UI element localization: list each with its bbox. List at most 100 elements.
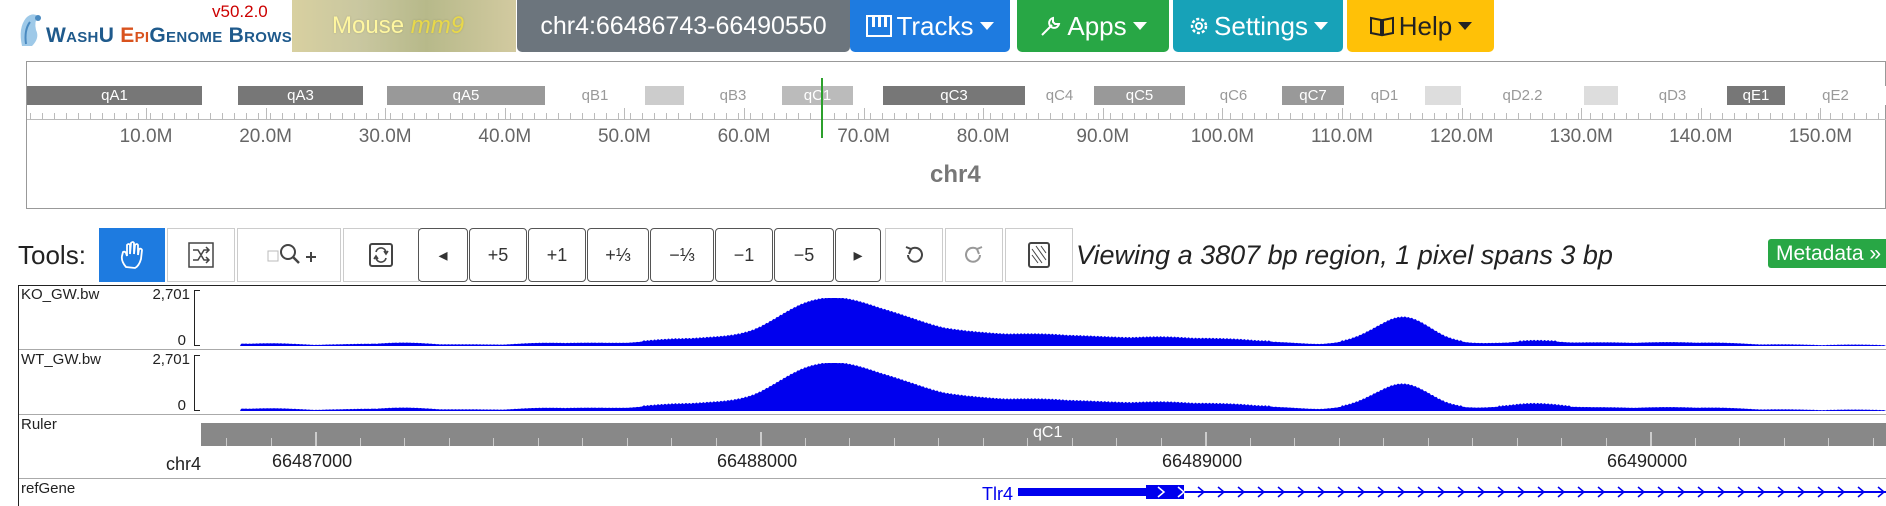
reorder-tool-button[interactable] [167,228,235,282]
ruler-minor-tick [270,438,272,446]
ideogram-tick-label: 20.0M [239,126,292,147]
ideogram-tick [942,113,943,120]
ideogram-tick-label: 70.0M [837,126,890,147]
ideogram-tick [1674,113,1675,120]
ideogram-major-tick [983,108,985,120]
ideogram-tick [570,113,571,120]
zoom-out-1-button[interactable]: −1 [715,228,773,282]
ideogram-tick [1062,113,1063,120]
ruler-minor-tick [1828,438,1829,446]
ideogram-tick [762,113,763,120]
apps-menu-button[interactable]: Apps [1017,0,1169,52]
drag-tool-button[interactable] [99,228,165,282]
ideogram-tick [1278,113,1279,120]
wt-signal-plot[interactable] [201,353,1886,414]
ruler-minor-tick [938,438,939,446]
ideogram-tick [1698,113,1699,120]
ideogram-major-tick [146,108,147,120]
undo-icon [905,246,923,263]
ideogram-tick [1398,113,1399,120]
chevron-down-icon [1132,22,1147,30]
ideogram-tick [1530,113,1531,120]
zoom-out-5-button[interactable]: −5 [774,228,834,282]
gene-model[interactable] [1018,482,1886,506]
ruler-minor-tick [493,438,494,446]
ideogram-tick [798,113,799,120]
ideogram-tick [954,113,955,120]
ideogram-band [363,86,387,105]
ideogram-tick [1242,113,1243,120]
zoom-out-third-button[interactable]: −⅓ [650,228,714,282]
wt-axis-max: 2,701 [152,351,190,368]
ruler-minor-tick [315,438,316,446]
ideogram-tick [810,113,811,120]
ideogram-band [1584,86,1618,105]
ideogram-tick [1326,113,1327,120]
ruler-minor-tick [1338,438,1340,446]
pan-left-button[interactable]: ◂ [418,228,468,282]
chevron-down-icon [1313,22,1328,30]
ruler-position-label: 66490000 [1607,451,1688,471]
ideogram-tick-label: 150.0M [1788,126,1853,147]
ruler-minor-tick [1516,438,1518,446]
ideogram-band: qA3 [238,86,363,105]
region-set-tool-button[interactable] [343,228,419,282]
ideogram-tick [1290,113,1291,120]
track-divider [19,349,1886,350]
ideogram-tick [270,113,271,120]
zoom-in-third-button[interactable]: +⅓ [587,228,649,282]
ideogram-major-tick [624,108,626,120]
ideogram-tick [1842,113,1843,120]
ideogram-tick [30,113,31,120]
ideogram-tick [1710,113,1711,120]
metadata-button[interactable]: Metadata » [1768,239,1886,268]
ko-signal-plot[interactable] [201,288,1886,349]
ideogram-major-tick [1581,108,1583,120]
ruler-position-label: 66487000 [272,451,353,471]
ruler-minor-tick [715,438,717,446]
highlight-button[interactable] [1005,228,1073,282]
ideogram-tick [1194,113,1195,120]
ideogram-tick [186,113,187,120]
help-menu-button[interactable]: Help [1347,0,1494,52]
zoom-in-1-button[interactable]: +1 [528,228,586,282]
gene-label[interactable]: Tlr4 [982,484,1013,505]
ruler-chrom-label: chr4 [166,454,202,474]
ideogram-tick-label: 130.0M [1549,126,1613,147]
ideogram-band: qA1 [27,86,202,105]
ideogram-major-tick [1102,108,1104,120]
zoom-in-5-button[interactable]: +5 [469,228,527,282]
logo-icon [20,14,41,46]
ruler-minor-tick [1427,438,1429,446]
ideogram-tick [966,113,967,120]
ideogram-tick [1770,113,1771,120]
ruler-minor-tick [626,438,628,446]
ideogram-tick [1818,113,1819,120]
ideogram-tick [738,113,739,120]
ideogram-tick [342,113,343,120]
settings-menu-button[interactable]: Settings [1173,0,1343,52]
coordinate-button[interactable]: chr4:66486743-66490550 [517,0,850,52]
ideogram-major-tick [863,108,865,120]
ruler-minor-tick [1383,438,1384,446]
ideogram-tick [426,113,427,120]
ruler-position-label: 66488000 [717,451,798,471]
ideogram-tick-label: 140.0M [1669,126,1733,147]
ideogram-tick [1218,113,1219,120]
ideogram-tick [282,113,283,120]
ideogram-tick [786,113,787,120]
ideogram-tick [1434,113,1435,120]
ideogram-tick [774,113,775,120]
zoom-box-tool-button[interactable] [237,228,341,282]
ideogram-tick [690,113,691,120]
ideogram-tick-label: 30.0M [358,126,412,147]
ruler-minor-tick [760,438,761,446]
redo-button[interactable] [945,228,1003,282]
pan-right-button[interactable]: ▸ [835,228,881,282]
ideogram-tick [1638,113,1639,120]
undo-button[interactable] [885,228,943,282]
tracks-menu-button[interactable]: Tracks [850,0,1010,52]
ruler-minor-tick [1205,438,1206,446]
hand-icon [120,241,143,269]
ideogram-tick [54,113,55,120]
